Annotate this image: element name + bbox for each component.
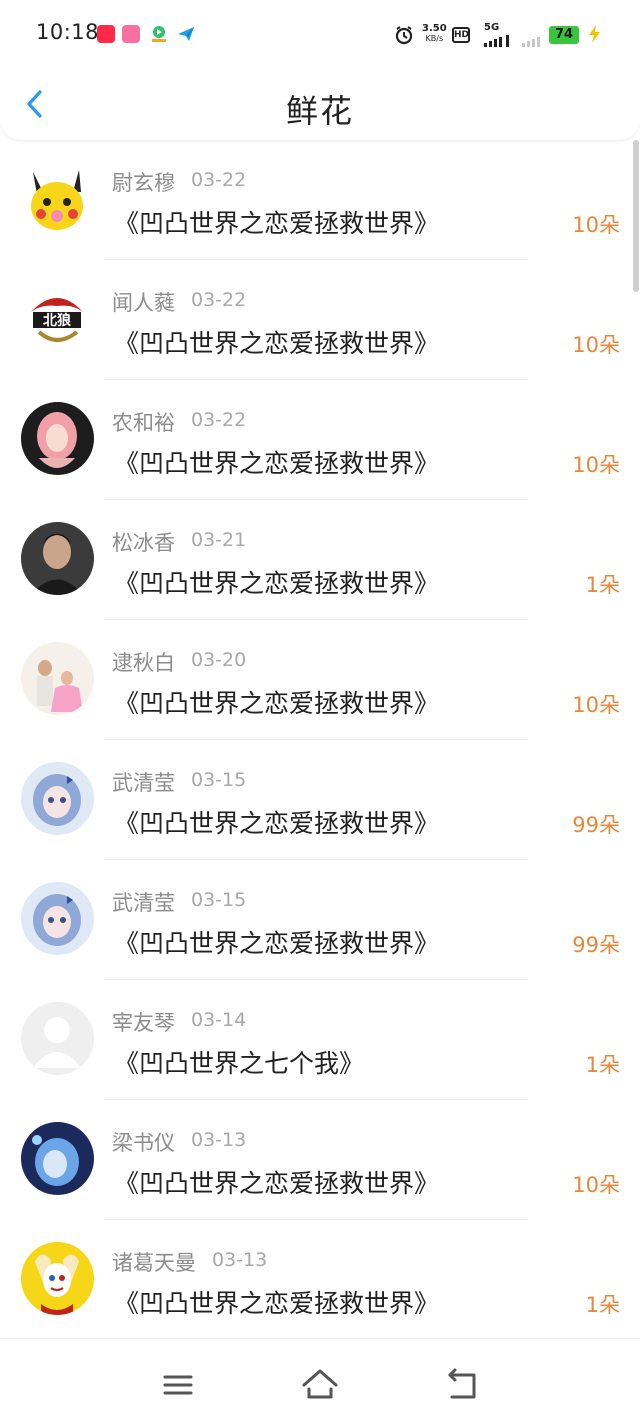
default-user-avatar[interactable] (21, 1002, 94, 1075)
pikachu-avatar[interactable] (21, 162, 94, 235)
tmall-app-icon (97, 25, 115, 43)
list-item[interactable]: 宰友琴 03-14 《凹凸世界之七个我》 1朵 (0, 980, 640, 1100)
navigation-bar (0, 1338, 640, 1422)
sender-name: 诸葛天曼 (112, 1251, 196, 1275)
flower-amount: 99朵 (572, 813, 620, 837)
list-item[interactable]: 武清莹 03-15 《凹凸世界之恋爱拯救世界》 99朵 (0, 740, 640, 860)
home-button[interactable] (300, 1365, 340, 1405)
status-time: 10:18 (36, 20, 100, 44)
home-icon (302, 1369, 338, 1399)
net-speed-value: 3.50 (422, 23, 447, 34)
list-item[interactable]: 梁书仪 03-13 《凹凸世界之恋爱拯救世界》 10朵 (0, 1100, 640, 1220)
book-title[interactable]: 《凹凸世界之恋爱拯救世界》 (114, 444, 439, 480)
header: 鲜花 (0, 68, 640, 140)
anime-blue-avatar[interactable] (21, 1122, 94, 1195)
sender-name: 尉玄穆 (112, 171, 175, 195)
flower-amount: 1朵 (585, 573, 620, 597)
sender-name: 逮秋白 (112, 651, 175, 675)
gift-date: 03-20 (191, 649, 247, 671)
sender-name: 宰友琴 (112, 1011, 175, 1035)
net-speed-unit: KB/s (425, 34, 444, 43)
book-title[interactable]: 《凹凸世界之恋爱拯救世界》 (114, 324, 439, 360)
flower-amount: 10朵 (572, 693, 620, 717)
book-title[interactable]: 《凹凸世界之恋爱拯救世界》 (114, 684, 439, 720)
gift-date: 03-13 (191, 1129, 247, 1151)
pink-hair-girl-avatar[interactable] (21, 402, 94, 475)
list-item[interactable]: 尉玄穆 03-22 《凹凸世界之恋爱拯救世界》 10朵 (0, 140, 640, 260)
svg-text:北狼: 北狼 (43, 312, 72, 329)
flower-amount: 10朵 (572, 213, 620, 237)
hd-icon: HD (452, 27, 470, 43)
gift-date: 03-13 (212, 1249, 268, 1271)
book-title[interactable]: 《凹凸世界之恋爱拯救世界》 (114, 924, 439, 960)
family-photo-avatar[interactable] (21, 642, 94, 715)
gift-date: 03-15 (191, 769, 247, 791)
flower-amount: 1朵 (585, 1293, 620, 1317)
system-back-button[interactable] (442, 1365, 482, 1405)
harley-quinn-avatar[interactable] (21, 1242, 94, 1315)
alarm-icon (394, 25, 414, 49)
gift-date: 03-14 (191, 1009, 247, 1031)
menu-icon (163, 1375, 193, 1395)
bilibili-app-icon (122, 25, 140, 43)
sender-name: 武清莹 (112, 891, 175, 915)
flower-amount: 99朵 (572, 933, 620, 957)
video-app-icon (150, 25, 168, 43)
book-title[interactable]: 《凹凸世界之七个我》 (114, 1044, 364, 1080)
screen: 10:18 3.50 KB/s HD 5G 74 鲜花 尉玄穆 03-22 《凹… (0, 0, 640, 1422)
menu-button[interactable] (158, 1365, 198, 1405)
page-title: 鲜花 (285, 92, 354, 130)
sender-name: 武清莹 (112, 771, 175, 795)
list-item[interactable]: 松冰香 03-21 《凹凸世界之恋爱拯救世界》 1朵 (0, 500, 640, 620)
gift-date: 03-15 (191, 889, 247, 911)
book-title[interactable]: 《凹凸世界之恋爱拯救世界》 (114, 804, 439, 840)
wolf-logo-avatar[interactable]: 北狼 (21, 282, 94, 355)
gift-date: 03-22 (191, 289, 247, 311)
gift-date: 03-22 (191, 409, 247, 431)
paper-plane-app-icon (177, 25, 195, 43)
man-portrait-avatar[interactable] (21, 522, 94, 595)
book-title[interactable]: 《凹凸世界之恋爱拯救世界》 (114, 1284, 439, 1320)
battery-icon: 74 (549, 26, 579, 44)
flower-record-list: 尉玄穆 03-22 《凹凸世界之恋爱拯救世界》 10朵 北狼 闻人蕤 03-22 《凹凸世界之… (0, 140, 640, 1338)
sender-name: 梁书仪 (112, 1131, 175, 1155)
list-item[interactable]: 农和裕 03-22 《凹凸世界之恋爱拯救世界》 10朵 (0, 380, 640, 500)
scrollbar[interactable] (633, 140, 639, 292)
gift-date: 03-22 (191, 169, 247, 191)
net-speed: 3.50 KB/s (422, 24, 447, 44)
list-item[interactable]: 逮秋白 03-20 《凹凸世界之恋爱拯救世界》 10朵 (0, 620, 640, 740)
list-item[interactable]: 北狼 闻人蕤 03-22 《凹凸世界之恋爱拯救世界》 10朵 (0, 260, 640, 380)
flower-amount: 10朵 (572, 453, 620, 477)
status-bar: 10:18 3.50 KB/s HD 5G 74 (0, 0, 640, 68)
flower-amount: 10朵 (572, 333, 620, 357)
book-title[interactable]: 《凹凸世界之恋爱拯救世界》 (114, 564, 439, 600)
charging-icon (585, 24, 605, 48)
book-title[interactable]: 《凹凸世界之恋爱拯救世界》 (114, 204, 439, 240)
anime-girl-avatar[interactable] (21, 762, 94, 835)
book-title[interactable]: 《凹凸世界之恋爱拯救世界》 (114, 1164, 439, 1200)
flower-amount: 1朵 (585, 1053, 620, 1077)
flower-amount: 10朵 (572, 1173, 620, 1197)
anime-girl-avatar[interactable] (21, 882, 94, 955)
signal-icon (484, 32, 540, 51)
sender-name: 闻人蕤 (112, 291, 175, 315)
gift-date: 03-21 (191, 529, 247, 551)
list-item[interactable]: 武清莹 03-15 《凹凸世界之恋爱拯救世界》 99朵 (0, 860, 640, 980)
sender-name: 农和裕 (112, 411, 175, 435)
sender-name: 松冰香 (112, 531, 175, 555)
back-icon (448, 1368, 476, 1399)
list-item[interactable]: 诸葛天曼 03-13 《凹凸世界之恋爱拯救世界》 1朵 (0, 1220, 640, 1338)
